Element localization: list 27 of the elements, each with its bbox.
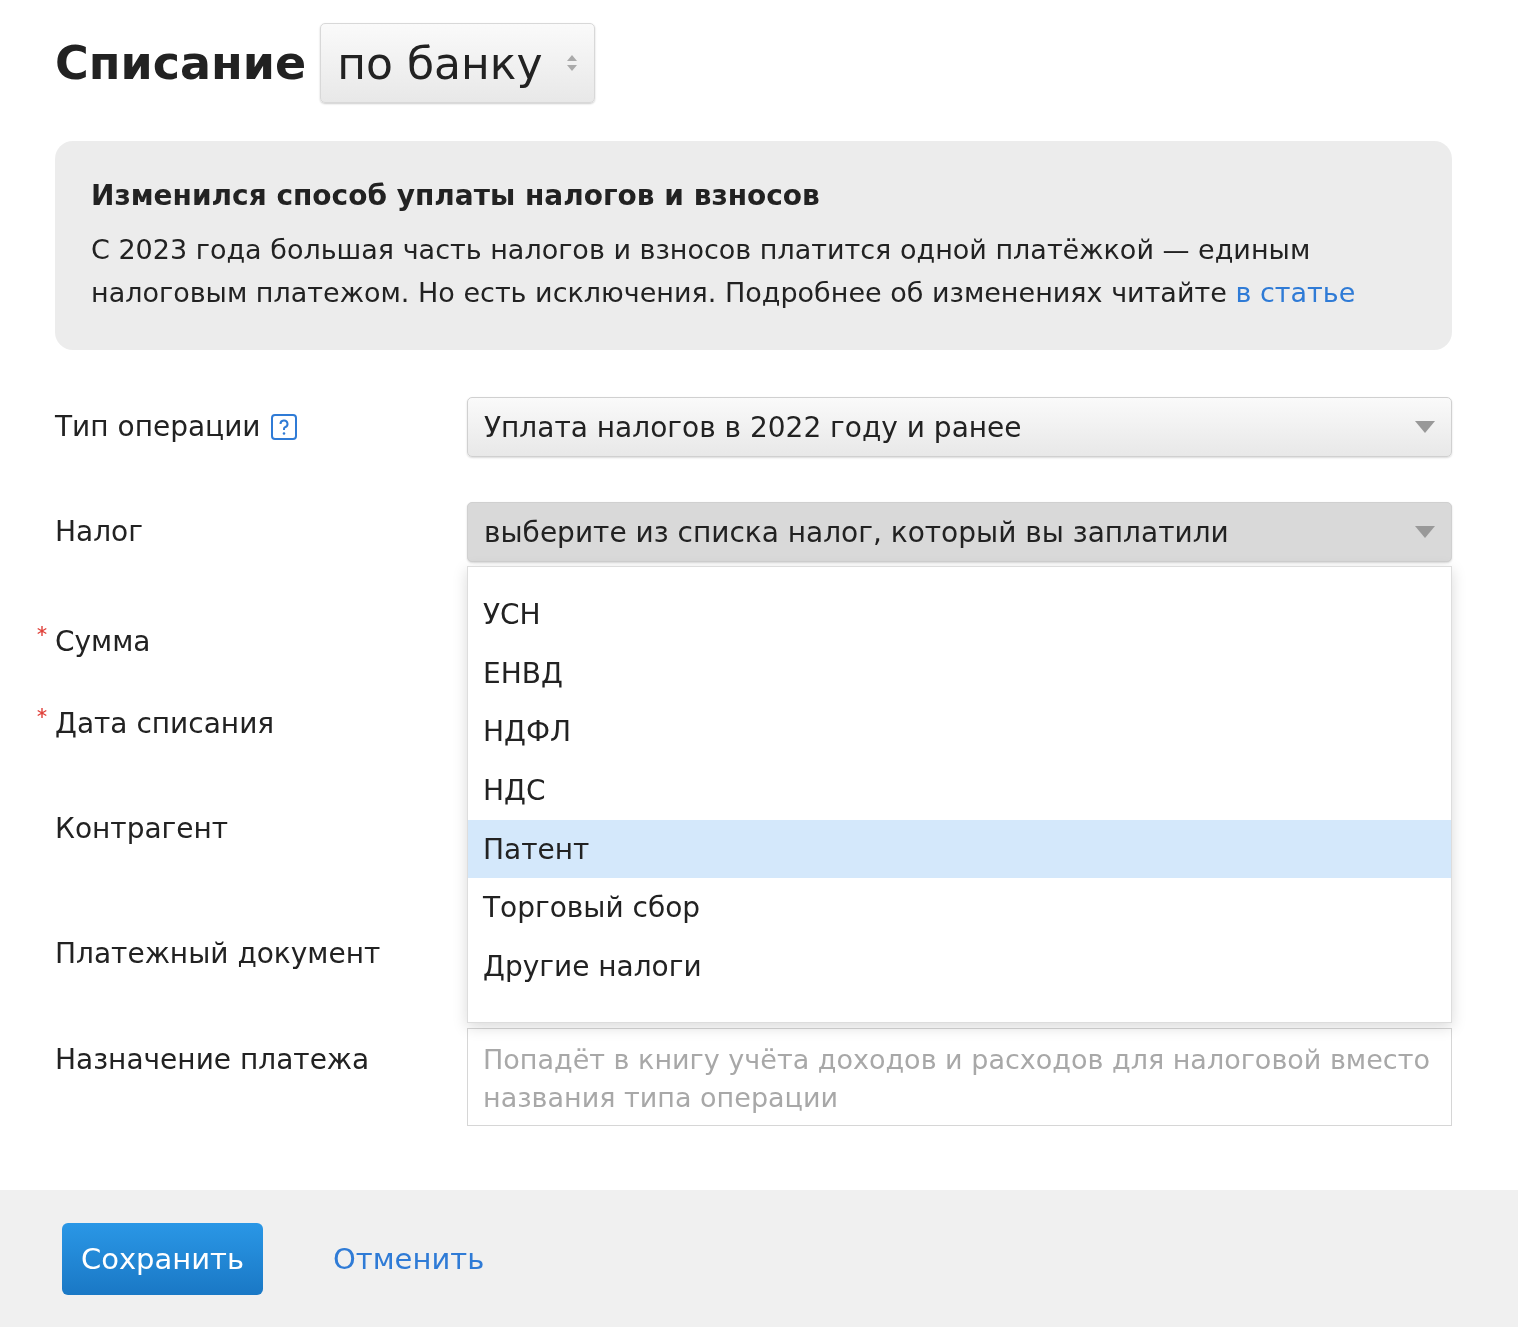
sort-arrows-icon (566, 53, 579, 73)
field-label: Налог (55, 514, 143, 550)
caret-icon (1415, 421, 1435, 433)
notice-title: Изменился способ уплаты налогов и взносов (91, 179, 821, 212)
field-label: Дата списания (55, 706, 275, 742)
mode-select[interactable]: по банку (320, 23, 596, 103)
field-label: Сумма (55, 624, 151, 660)
dropdown-option[interactable]: УСН (468, 585, 1451, 644)
dropdown-option[interactable]: НДФЛ (468, 702, 1451, 762)
select-field[interactable]: Уплата налогов в 2022 году и ранее (467, 397, 1452, 457)
field-label: Контрагент (55, 811, 229, 847)
caret-icon (1415, 526, 1435, 538)
article-link[interactable]: в статье (1235, 277, 1356, 308)
help-icon[interactable] (270, 414, 297, 440)
cancel-link[interactable]: Отменить (333, 1241, 485, 1276)
save-button[interactable]: Сохранить (62, 1222, 263, 1295)
page-title: Списание (55, 36, 307, 90)
field-label: Платежный документ (55, 936, 381, 972)
dropdown-option[interactable]: НДС (468, 761, 1451, 820)
field-label: Назначение платежа (55, 1042, 370, 1078)
dropdown-option[interactable]: ЕНВД (468, 643, 1451, 703)
dropdown-option[interactable]: Патент (468, 819, 1451, 879)
field-label: Тип операции (55, 409, 261, 445)
select-field[interactable]: выберите из списка налог, который вы заплатили (467, 502, 1452, 562)
notice-text: С 2023 года большая часть налогов и взносов платится одной платёжкой — единым налоговым платежом. Но есть исключения. Подробнее об изменениях читайте в статье (91, 233, 1357, 310)
dropdown-option[interactable]: Торговый сбор (468, 878, 1451, 938)
dropdown-option[interactable]: Другие налоги (468, 937, 1451, 996)
